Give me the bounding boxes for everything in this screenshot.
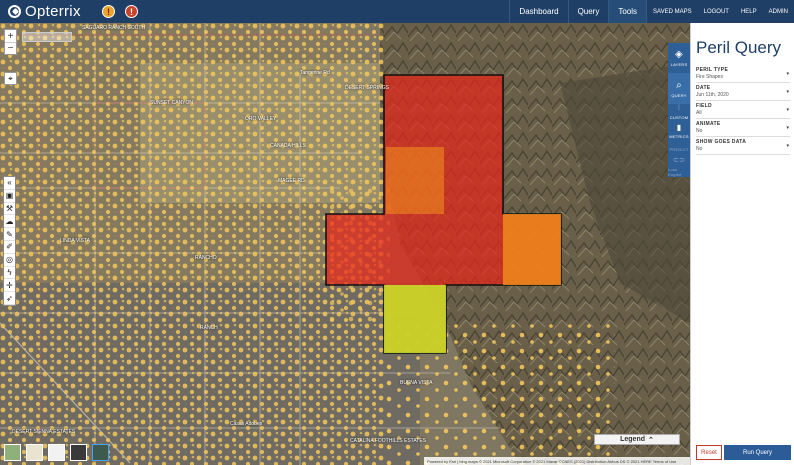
bar-chart-icon: ▮ — [676, 123, 682, 133]
app-logo[interactable]: Opterrix — [8, 3, 81, 20]
side-tool-strip: ◈ LAYERS ⌕ QUERY ⫶ CUSTOM ▮ METRICS PRED… — [668, 43, 690, 177]
map-label: CANADA HILLS — [270, 143, 306, 149]
field-value: Fire Shapes — [696, 74, 723, 80]
share-icon[interactable]: ➶ — [4, 292, 15, 305]
basemap-streets[interactable] — [26, 444, 43, 461]
alert-icons: ! ! — [102, 5, 138, 18]
metrics-tab[interactable]: ▮ METRICS — [668, 121, 690, 142]
brush-icon[interactable]: ✎ — [4, 228, 15, 241]
map-label: SUNSET CANYON — [150, 100, 193, 106]
panel-title: Peril Query — [696, 38, 782, 57]
main-nav: Dashboard Query Tools SAVED MAPS LOGOUT … — [509, 0, 794, 23]
map-label: RANCH — [200, 325, 218, 331]
basemap-terrain[interactable] — [4, 444, 21, 461]
field-value: No — [696, 128, 703, 134]
sliders-icon: ⫶ — [678, 104, 680, 112]
basemap-dark[interactable] — [70, 444, 87, 461]
map-label: Casas Adobes — [230, 421, 263, 427]
field-value: Jun 11th, 2020 — [696, 92, 729, 98]
map-label: RANCHO — [195, 255, 217, 261]
nav-dashboard[interactable]: Dashboard — [509, 0, 567, 23]
metrics-label: METRICS — [669, 134, 689, 140]
basemap-light[interactable] — [48, 444, 65, 461]
save-icon[interactable]: ▣ — [4, 190, 15, 203]
top-bar: Opterrix ! ! Dashboard Query Tools SAVED… — [0, 0, 794, 23]
map-label: ORO VALLEY — [245, 116, 277, 122]
field-value: No — [696, 146, 703, 152]
custom-tab[interactable]: ⫶ CUSTOM — [668, 104, 690, 121]
chevron-up-icon: ⌃ — [648, 436, 654, 444]
nav-saved-maps[interactable]: SAVED MAPS — [646, 0, 698, 23]
map-label: LINDA VISTA — [60, 238, 90, 244]
legend-label: Legend — [620, 436, 645, 443]
crosshair-icon[interactable]: ✛ — [4, 279, 15, 293]
caret-down-icon: ▾ — [786, 143, 789, 149]
draw-icon[interactable]: ✐ — [4, 241, 15, 254]
map-label: Tangerine Rd — [300, 70, 330, 76]
layers-tab[interactable]: ◈ LAYERS — [668, 43, 690, 73]
caret-down-icon: ▾ — [786, 107, 789, 113]
nav-tools[interactable]: Tools — [608, 0, 647, 23]
layers-icon: ◈ — [675, 49, 683, 61]
map-toolbox: « ▣ ⚒ ☁ ✎ ✐ ◎ ϟ ✛ ➶ — [3, 176, 16, 306]
date-select[interactable]: DATE Jun 11th, 2020 ▾ — [696, 85, 790, 101]
lightning-icon[interactable]: ϟ — [4, 267, 15, 280]
zoom-control: + − — [4, 29, 17, 55]
map-label: SAGUARO RANCH SOUTH — [82, 25, 146, 31]
caret-down-icon: ▾ — [786, 71, 789, 77]
map-label: CATALINA FOOTHILLS ESTATES — [350, 438, 427, 444]
nav-help[interactable]: HELP — [735, 0, 763, 23]
cloud-icon[interactable]: ☁ — [4, 215, 15, 229]
camera-icon[interactable]: ◎ — [4, 254, 15, 267]
field-value: All — [696, 110, 702, 116]
field-select[interactable]: FIELD All ▾ — [696, 103, 790, 119]
toggle-icon: ⊂⊃ — [672, 157, 686, 165]
loss-engine-label: Loss Engine — [668, 167, 682, 178]
caret-down-icon: ▾ — [786, 89, 789, 95]
predict-tab[interactable]: PREDICT — [668, 142, 690, 157]
caret-down-icon: ▾ — [786, 125, 789, 131]
field-label: SHOW GOES DATA — [696, 139, 747, 145]
reset-button[interactable]: Reset — [696, 445, 722, 460]
basemap-satellite[interactable] — [92, 444, 109, 461]
search-icon: ⌕ — [676, 79, 682, 91]
query-label: QUERY — [671, 92, 687, 98]
legend-toggle[interactable]: Legend ⌃ — [594, 434, 680, 445]
field-label: FIELD — [696, 103, 712, 109]
zoom-in-button[interactable]: + — [5, 30, 16, 42]
predict-label: PREDICT — [669, 146, 689, 152]
field-label: ANIMATE — [696, 121, 721, 127]
map-canvas[interactable]: SAGUARO RANCH SOUTH SUNSET CANYON DESERT… — [0, 23, 690, 465]
layers-label: LAYERS — [670, 62, 688, 68]
nav-logout[interactable]: LOGOUT — [698, 0, 735, 23]
map-attribution: Powered by Esri | bing maps © 2021 Micro… — [424, 457, 690, 465]
peril-type-select[interactable]: PERIL TYPE Fire Shapes ▾ — [696, 67, 790, 83]
locate-icon[interactable]: ⌖ — [4, 72, 17, 85]
app-title: Opterrix — [25, 3, 81, 20]
map-search-box[interactable] — [22, 32, 72, 42]
field-label: DATE — [696, 85, 711, 91]
run-query-button[interactable]: Run Query — [724, 445, 791, 460]
wrench-icon[interactable]: ⚒ — [4, 203, 15, 216]
map-label: MAGEE RD — [278, 178, 305, 184]
custom-label: CUSTOM — [669, 114, 689, 120]
map-label: BUENA VISTA — [400, 380, 433, 386]
warning-icon[interactable]: ! — [102, 5, 115, 18]
peril-query-panel: Peril Query PERIL TYPE Fire Shapes ▾ DAT… — [690, 23, 794, 465]
zoom-out-button[interactable]: − — [5, 42, 16, 54]
alert-icon[interactable]: ! — [125, 5, 138, 18]
opterrix-logo-icon — [8, 5, 21, 18]
show-goes-data-select[interactable]: SHOW GOES DATA No ▾ — [696, 139, 790, 155]
map-label: DESERT SPRINGS — [345, 85, 389, 91]
basemap-switcher — [4, 444, 109, 461]
map-label: DESERT SIENNA ESTATES — [12, 429, 76, 435]
nav-admin[interactable]: ADMIN — [763, 0, 794, 23]
query-tab[interactable]: ⌕ QUERY — [668, 73, 690, 104]
nav-query[interactable]: Query — [567, 0, 609, 23]
field-label: PERIL TYPE — [696, 67, 729, 73]
loss-engine-tab[interactable]: ⊂⊃ Loss Engine — [668, 157, 690, 177]
collapse-icon[interactable]: « — [4, 177, 15, 190]
animate-select[interactable]: ANIMATE No ▾ — [696, 121, 790, 137]
